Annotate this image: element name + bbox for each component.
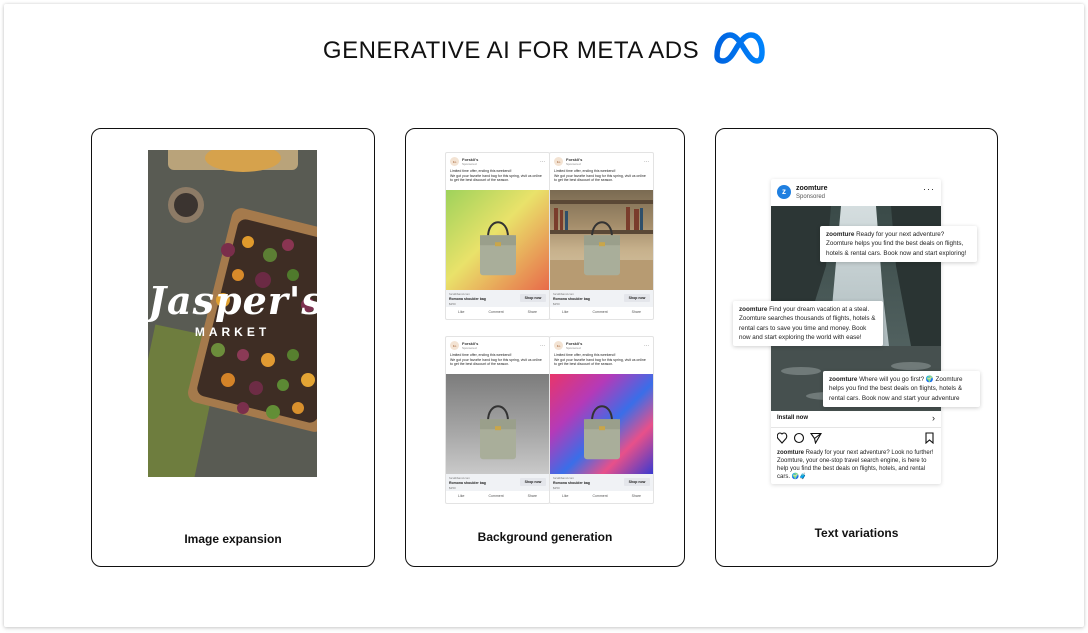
- card-label: Background generation: [477, 530, 613, 544]
- shop-now-button[interactable]: Shop now: [624, 478, 650, 486]
- page-name: Forskli's: [566, 156, 583, 162]
- ad-url: forskliband.com: [553, 292, 575, 296]
- ad-copy-line: We got your favorite hand bag for this s…: [450, 357, 542, 367]
- header: GENERATIVE AI FOR META ADS: [0, 30, 1088, 71]
- ad-image: [446, 374, 549, 474]
- product-name: Romona shoulder bag: [449, 297, 486, 301]
- like-button[interactable]: Like: [562, 494, 568, 498]
- chevron-right-icon: ›: [932, 413, 935, 423]
- product-name: Romona shoulder bag: [553, 481, 590, 485]
- page-avatar: Fo: [554, 157, 563, 166]
- heart-icon[interactable]: [776, 432, 788, 444]
- page-avatar: Fo: [450, 341, 459, 350]
- like-button[interactable]: Like: [562, 310, 568, 314]
- ad-url: forskliband.com: [449, 476, 471, 480]
- handbag-icon: [583, 221, 620, 276]
- ad-url: forskliband.com: [553, 476, 575, 480]
- share-button[interactable]: Share: [528, 494, 537, 498]
- ad-copy-line: We got your favorite hand bag for this s…: [554, 173, 646, 183]
- ad-preview: Fo Forskli's Sponsored ··· Limited time …: [445, 152, 550, 320]
- like-button[interactable]: Like: [458, 494, 464, 498]
- meta-logo-icon: [711, 30, 765, 71]
- more-icon[interactable]: ···: [644, 343, 649, 349]
- jaspers-market-image: Jasper's MARKET: [148, 150, 317, 477]
- brand-title: Jasper's: [148, 278, 317, 323]
- ad-image: [446, 190, 549, 290]
- comment-button[interactable]: Comment: [488, 310, 503, 314]
- sponsored-label: Sponsored: [462, 345, 477, 350]
- ad-preview: Fo Forskli's Sponsored ··· Limited time …: [549, 336, 654, 504]
- more-icon[interactable]: ···: [540, 159, 545, 165]
- variation-account: zoomture: [829, 376, 858, 383]
- card-label: Text variations: [814, 526, 899, 540]
- more-icon[interactable]: ···: [644, 159, 649, 165]
- more-icon[interactable]: ···: [540, 343, 545, 349]
- product-price: $250: [449, 486, 456, 490]
- text-variation-bubble: zoomture Ready for your next adventure? …: [820, 226, 977, 262]
- card-image-expansion: Jasper's MARKET Image expansion: [91, 128, 375, 567]
- comment-button[interactable]: Comment: [592, 494, 607, 498]
- ad-copy-line: We got your favorite hand bag for this s…: [554, 357, 646, 367]
- page-avatar: Fo: [450, 157, 459, 166]
- sponsored-label: Sponsored: [796, 194, 826, 200]
- account-name: zoomture: [796, 185, 828, 192]
- zoomture-avatar: z: [777, 185, 791, 199]
- page-name: Forskli's: [566, 340, 583, 346]
- page-avatar: Fo: [554, 341, 563, 350]
- sponsored-label: Sponsored: [566, 345, 581, 350]
- card-text-variations: z zoomture Sponsored ··· Install now › z…: [715, 128, 998, 567]
- comment-button[interactable]: Comment: [592, 310, 607, 314]
- install-now-bar[interactable]: Install now ›: [771, 411, 941, 428]
- more-icon[interactable]: ···: [923, 184, 935, 194]
- product-price: $250: [449, 302, 456, 306]
- shop-now-button[interactable]: Shop now: [520, 478, 546, 486]
- handbag-icon: [583, 405, 620, 460]
- text-variation-bubble: zoomture Find your dream vacation at a s…: [733, 301, 883, 347]
- ad-preview: Fo Forskli's Sponsored ··· Limited time …: [549, 152, 654, 320]
- product-name: Romona shoulder bag: [449, 481, 486, 485]
- product-name: Romona shoulder bag: [553, 297, 590, 301]
- share-button[interactable]: Share: [528, 310, 537, 314]
- shop-now-button[interactable]: Shop now: [520, 294, 546, 302]
- text-variation-bubble: zoomture Where will you go first? 🌍 Zoom…: [823, 371, 980, 407]
- card-background-generation: Fo Forskli's Sponsored ··· Limited time …: [405, 128, 685, 567]
- ad-preview: Fo Forskli's Sponsored ··· Limited time …: [445, 336, 550, 504]
- send-icon[interactable]: [809, 432, 822, 445]
- bookmark-icon[interactable]: [925, 432, 934, 445]
- handbag-icon: [479, 221, 516, 276]
- post-caption: zoomture Ready for your next adventure? …: [777, 449, 937, 481]
- handbag-icon: [479, 405, 516, 460]
- variation-account: zoomture: [739, 306, 768, 313]
- ad-image: [550, 190, 653, 290]
- share-button[interactable]: Share: [632, 494, 641, 498]
- product-price: $250: [553, 302, 560, 306]
- ad-copy-line: We got your favorite hand bag for this s…: [450, 173, 542, 183]
- brand-subtitle: MARKET: [194, 325, 271, 339]
- card-label: Image expansion: [184, 532, 282, 546]
- page-name: Forskli's: [462, 340, 479, 346]
- comment-button[interactable]: Comment: [488, 494, 503, 498]
- ad-url: forskliband.com: [449, 292, 471, 296]
- sponsored-label: Sponsored: [566, 161, 581, 166]
- install-now-label: Install now: [777, 415, 809, 421]
- comment-icon[interactable]: [793, 432, 805, 444]
- shop-now-button[interactable]: Shop now: [624, 294, 650, 302]
- ad-image: [550, 374, 653, 474]
- sponsored-label: Sponsored: [462, 161, 477, 166]
- product-price: $250: [553, 486, 560, 490]
- variation-account: zoomture: [826, 231, 855, 238]
- page-title: GENERATIVE AI FOR META ADS: [322, 36, 700, 64]
- caption-account: zoomture: [777, 450, 804, 456]
- share-button[interactable]: Share: [632, 310, 641, 314]
- like-button[interactable]: Like: [458, 310, 464, 314]
- page-name: Forskli's: [462, 156, 479, 162]
